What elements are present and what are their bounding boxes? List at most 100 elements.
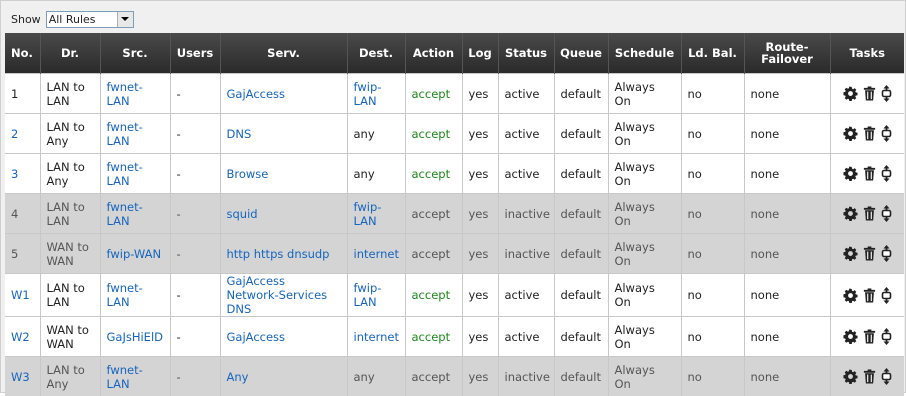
source-link-text[interactable]: fwnet-LAN [107, 160, 143, 188]
service-link[interactable]: Any [220, 357, 347, 396]
source-link-text[interactable]: fwnet-LAN [107, 80, 143, 108]
rule-number[interactable]: W3 [5, 357, 40, 396]
destination-cell[interactable]: fwip-LAN [347, 274, 405, 317]
log-cell-text: yes [469, 127, 489, 141]
rule-number-text[interactable]: 3 [11, 167, 18, 181]
users-cell-text: - [177, 370, 181, 384]
gear-icon[interactable] [843, 329, 858, 344]
service-link[interactable]: GajAccess [220, 317, 347, 357]
move-icon[interactable] [881, 328, 892, 345]
service-link-text[interactable]: GajAccess [227, 330, 286, 344]
source-link-text[interactable]: fwnet-LAN [107, 200, 143, 228]
load-balance-cell: no [681, 154, 744, 194]
chevron-down-icon[interactable] [117, 12, 133, 27]
move-icon[interactable] [881, 165, 892, 182]
trash-icon[interactable] [863, 329, 876, 344]
gear-icon[interactable] [843, 288, 858, 303]
action-cell: accept [405, 234, 462, 274]
trash-icon[interactable] [863, 166, 876, 181]
source-link[interactable]: fwnet-LAN [100, 194, 170, 234]
gear-icon[interactable] [843, 246, 858, 261]
destination-cell-text[interactable]: internet [354, 247, 399, 261]
destination-cell-text[interactable]: internet [354, 330, 399, 344]
status-cell: active [498, 114, 554, 154]
log-cell-text: yes [469, 370, 489, 384]
source-link[interactable]: fwip-WAN [100, 234, 170, 274]
service-link-text[interactable]: Browse [227, 167, 269, 181]
destination-cell-text[interactable]: fwip-LAN [354, 281, 382, 309]
move-icon[interactable] [881, 125, 892, 142]
service-link[interactable]: DNS [220, 114, 347, 154]
source-link[interactable]: fwnet-LAN [100, 154, 170, 194]
destination-cell-text[interactable]: fwip-LAN [354, 200, 382, 228]
log-cell: yes [462, 114, 498, 154]
rule-number[interactable]: W1 [5, 274, 40, 317]
service-link-text[interactable]: http https dnsudp [227, 247, 330, 261]
move-icon[interactable] [881, 245, 892, 262]
move-icon[interactable] [881, 287, 892, 304]
direction-cell: WAN to WAN [40, 317, 100, 357]
status-cell-text: active [505, 167, 540, 181]
source-link[interactable]: fwnet-LAN [100, 274, 170, 317]
action-cell: accept [405, 274, 462, 317]
table-row: 4LAN to LANfwnet-LAN-squidfwip-LANaccept… [5, 194, 904, 234]
rule-number-text[interactable]: W3 [11, 370, 30, 384]
status-cell: active [498, 154, 554, 194]
source-link-text[interactable]: fwnet-LAN [107, 120, 143, 148]
gear-icon[interactable] [843, 369, 858, 384]
service-link-text[interactable]: squid [227, 207, 258, 221]
direction-cell-text: WAN to WAN [47, 240, 89, 268]
source-link[interactable]: fwnet-LAN [100, 74, 170, 114]
rule-number[interactable]: W2 [5, 317, 40, 357]
service-link[interactable]: GajAccess Network-Services DNS [220, 274, 347, 317]
destination-cell[interactable]: internet [347, 317, 405, 357]
gear-icon[interactable] [843, 126, 858, 141]
show-label: Show [11, 13, 41, 26]
destination-cell[interactable]: fwip-LAN [347, 74, 405, 114]
source-link-text[interactable]: GaJsHiElD [107, 330, 164, 344]
destination-cell[interactable]: internet [347, 234, 405, 274]
rule-number[interactable]: 3 [5, 154, 40, 194]
tasks-cell [830, 357, 904, 396]
service-link-text[interactable]: GajAccess Network-Services DNS [227, 274, 328, 316]
destination-cell-text[interactable]: fwip-LAN [354, 80, 382, 108]
action-cell-text: accept [412, 330, 451, 344]
service-link-text[interactable]: Any [227, 370, 249, 384]
trash-icon[interactable] [863, 369, 876, 384]
gear-icon[interactable] [843, 86, 858, 101]
source-link[interactable]: GaJsHiElD [100, 317, 170, 357]
source-link-text[interactable]: fwnet-LAN [107, 363, 143, 391]
rule-number-text[interactable]: 2 [11, 127, 18, 141]
move-icon[interactable] [881, 368, 892, 385]
service-link-text[interactable]: DNS [227, 127, 252, 141]
gear-icon[interactable] [843, 166, 858, 181]
log-cell: yes [462, 234, 498, 274]
move-icon[interactable] [881, 85, 892, 102]
service-link[interactable]: squid [220, 194, 347, 234]
rule-number[interactable]: 2 [5, 114, 40, 154]
source-link[interactable]: fwnet-LAN [100, 114, 170, 154]
trash-icon[interactable] [863, 126, 876, 141]
service-link[interactable]: Browse [220, 154, 347, 194]
source-link-text[interactable]: fwnet-LAN [107, 281, 143, 309]
source-link[interactable]: fwnet-LAN [100, 357, 170, 396]
rule-number-text[interactable]: W2 [11, 330, 30, 344]
schedule-cell-text: Always On [615, 240, 655, 268]
trash-icon[interactable] [863, 246, 876, 261]
trash-icon[interactable] [863, 86, 876, 101]
move-icon[interactable] [881, 205, 892, 222]
gear-icon[interactable] [843, 206, 858, 221]
rules-filter-select[interactable]: All Rules [46, 11, 134, 28]
column-header: Status [498, 33, 554, 74]
direction-cell-text: LAN to LAN [47, 281, 85, 309]
rule-number-text[interactable]: W1 [11, 288, 30, 302]
service-link-text[interactable]: GajAccess [227, 87, 286, 101]
trash-icon[interactable] [863, 288, 876, 303]
status-cell: active [498, 317, 554, 357]
service-link[interactable]: http https dnsudp [220, 234, 347, 274]
source-link-text[interactable]: fwip-WAN [107, 247, 162, 261]
trash-icon[interactable] [863, 206, 876, 221]
column-header: Schedule [608, 33, 681, 74]
service-link[interactable]: GajAccess [220, 74, 347, 114]
destination-cell[interactable]: fwip-LAN [347, 194, 405, 234]
